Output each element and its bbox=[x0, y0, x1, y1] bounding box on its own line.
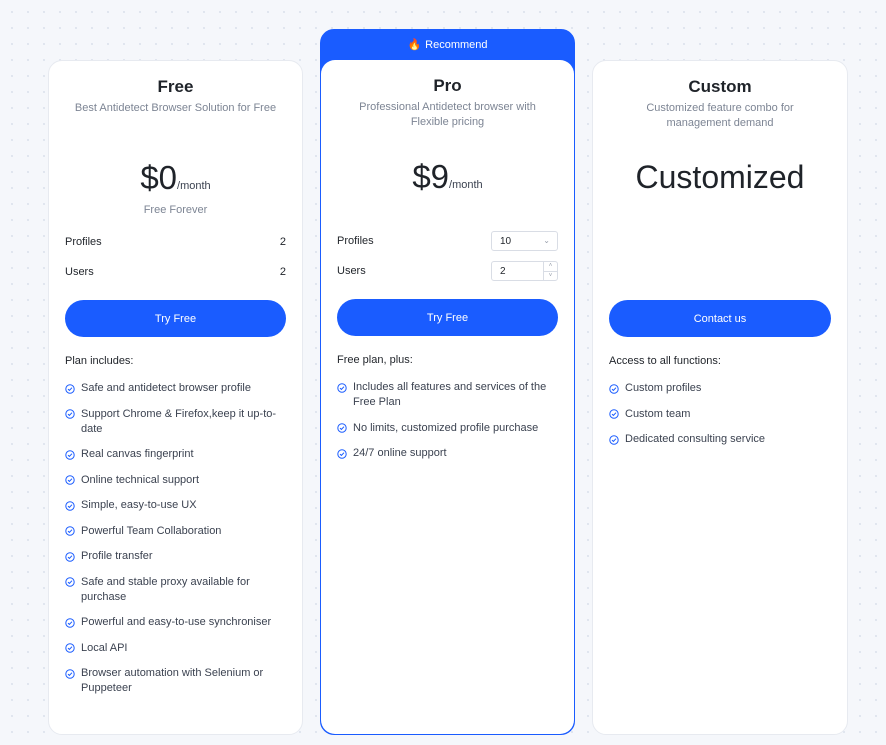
plan-name: Custom bbox=[688, 77, 752, 96]
feature-item: Online technical support bbox=[65, 473, 288, 488]
check-circle-icon bbox=[337, 382, 347, 393]
feature-item: Safe and stable proxy available for purc… bbox=[65, 575, 288, 605]
users-value: 2 bbox=[279, 266, 286, 278]
decrement-icon[interactable]: ˅ bbox=[544, 270, 557, 281]
check-circle-icon bbox=[65, 475, 75, 485]
feature-text: Dedicated consulting service bbox=[625, 433, 766, 445]
users-stepper[interactable]: 2 ˄ ˅ bbox=[491, 261, 558, 281]
contact-us-button[interactable]: Contact us bbox=[609, 300, 831, 337]
users-row: Users 2 bbox=[65, 262, 286, 282]
feature-item: Dedicated consulting service bbox=[609, 432, 833, 447]
check-circle-icon bbox=[65, 577, 75, 587]
check-circle-icon bbox=[65, 409, 75, 419]
feature-item: Custom team bbox=[609, 407, 833, 422]
users-label: Users bbox=[65, 266, 94, 278]
check-circle-icon bbox=[65, 449, 75, 460]
feature-text: Local API bbox=[81, 641, 128, 654]
feature-text: Includes all features and services of th… bbox=[353, 381, 547, 408]
profiles-select[interactable]: 10 ⌄ bbox=[491, 231, 558, 251]
users-stepper-value: 2 bbox=[500, 265, 506, 277]
profiles-row: Profiles 2 bbox=[65, 232, 286, 252]
check-circle-icon bbox=[65, 551, 75, 562]
fire-icon: 🔥 bbox=[407, 38, 422, 51]
check-circle-icon bbox=[65, 500, 75, 511]
feature-item: Local API bbox=[65, 641, 288, 656]
feature-text: Powerful and easy-to-use synchroniser bbox=[81, 616, 272, 628]
check-circle-icon bbox=[609, 383, 619, 394]
users-label: Users bbox=[337, 265, 366, 277]
check-circle-icon bbox=[65, 617, 75, 628]
feature-item: Support Chrome & Firefox,keep it up-to-d… bbox=[65, 407, 288, 437]
feature-text: Safe and antidetect browser profile bbox=[81, 382, 251, 394]
feature-item: Profile transfer bbox=[65, 549, 288, 564]
plan-description: Best Antidetect Browser Solution for Fre… bbox=[74, 102, 277, 114]
feature-item: Simple, easy-to-use UX bbox=[65, 498, 288, 513]
feature-text: Online technical support bbox=[81, 473, 200, 486]
price-amount: $0 bbox=[140, 159, 178, 196]
feature-item: No limits, customized profile purchase bbox=[337, 421, 560, 436]
feature-item: 24/7 online support bbox=[337, 446, 560, 461]
price-period: /month bbox=[449, 179, 483, 191]
feature-text: Browser automation with Selenium or Pupp… bbox=[81, 667, 264, 694]
includes-title: Free plan, plus: bbox=[337, 354, 413, 366]
feature-item: Browser automation with Selenium or Pupp… bbox=[65, 666, 288, 696]
try-free-button[interactable]: Try Free bbox=[65, 300, 286, 337]
check-circle-icon bbox=[609, 434, 619, 445]
feature-item: Powerful and easy-to-use synchroniser bbox=[65, 615, 288, 630]
increment-icon[interactable]: ˄ bbox=[544, 262, 557, 271]
feature-text: Profile transfer bbox=[81, 550, 153, 562]
check-circle-icon bbox=[609, 409, 619, 419]
stepper-controls: ˄ ˅ bbox=[543, 262, 557, 280]
check-circle-icon bbox=[65, 643, 75, 653]
feature-item: Safe and antidetect browser profile bbox=[65, 381, 288, 396]
profiles-row: Profiles 10 ⌄ bbox=[337, 231, 558, 251]
plan-description: Professional Antidetect browser with Fle… bbox=[359, 101, 536, 128]
feature-item: Custom profiles bbox=[609, 381, 833, 396]
profiles-select-value: 10 bbox=[500, 235, 512, 247]
price-note: Free Forever bbox=[143, 204, 208, 216]
feature-text: Custom team bbox=[625, 407, 691, 420]
feature-text: Custom profiles bbox=[625, 382, 702, 394]
users-row: Users 2 ˄ ˅ bbox=[337, 261, 558, 281]
check-circle-icon bbox=[337, 448, 347, 459]
recommend-ribbon: 🔥 Recommend bbox=[321, 30, 574, 60]
price: $0/month bbox=[49, 159, 302, 197]
feature-text: Safe and stable proxy available for purc… bbox=[81, 575, 250, 603]
plan-name: Pro bbox=[433, 76, 462, 95]
profiles-label: Profiles bbox=[65, 236, 102, 248]
check-circle-icon bbox=[337, 423, 347, 433]
plan-card-custom: Custom Customized feature combo for mana… bbox=[592, 60, 848, 735]
feature-list: Custom profiles Custom team Dedicated cons… bbox=[609, 381, 833, 458]
plan-card-pro: 🔥 Recommend Pro Professional Antidetect … bbox=[320, 29, 575, 735]
feature-text: Support Chrome & Firefox,keep it up-to-d… bbox=[81, 407, 277, 435]
chevron-down-icon: ⌄ bbox=[543, 236, 550, 245]
includes-title: Plan includes: bbox=[65, 355, 134, 367]
check-circle-icon bbox=[65, 526, 75, 536]
price-amount: $9 bbox=[412, 158, 450, 195]
feature-item: Includes all features and services of th… bbox=[337, 380, 560, 410]
ribbon-label: Recommend bbox=[425, 39, 488, 51]
price-customized: Customized bbox=[635, 159, 805, 195]
try-free-button[interactable]: Try Free bbox=[337, 299, 558, 336]
profiles-value: 2 bbox=[279, 236, 286, 248]
check-circle-icon bbox=[65, 383, 75, 394]
feature-text: Real canvas fingerprint bbox=[81, 448, 194, 460]
plan-name: Free bbox=[157, 77, 194, 96]
check-circle-icon bbox=[65, 668, 75, 679]
feature-item: Real canvas fingerprint bbox=[65, 447, 288, 462]
price: $9/month bbox=[321, 158, 574, 196]
feature-text: No limits, customized profile purchase bbox=[353, 421, 539, 434]
feature-text: 24/7 online support bbox=[353, 447, 447, 459]
profiles-label: Profiles bbox=[337, 235, 374, 247]
feature-item: Powerful Team Collaboration bbox=[65, 524, 288, 539]
plan-card-pro-body: Pro Professional Antidetect browser with… bbox=[321, 60, 574, 734]
feature-list: Includes all features and services of th… bbox=[337, 380, 560, 472]
feature-text: Simple, easy-to-use UX bbox=[81, 499, 197, 511]
plan-description: Customized feature combo for management … bbox=[646, 102, 794, 129]
feature-list: Safe and antidetect browser profile Suppo… bbox=[65, 381, 288, 707]
feature-text: Powerful Team Collaboration bbox=[81, 524, 222, 537]
price-period: /month bbox=[177, 180, 211, 192]
plan-card-free: Free Best Antidetect Browser Solution fo… bbox=[48, 60, 303, 735]
includes-title: Access to all functions: bbox=[609, 355, 721, 367]
